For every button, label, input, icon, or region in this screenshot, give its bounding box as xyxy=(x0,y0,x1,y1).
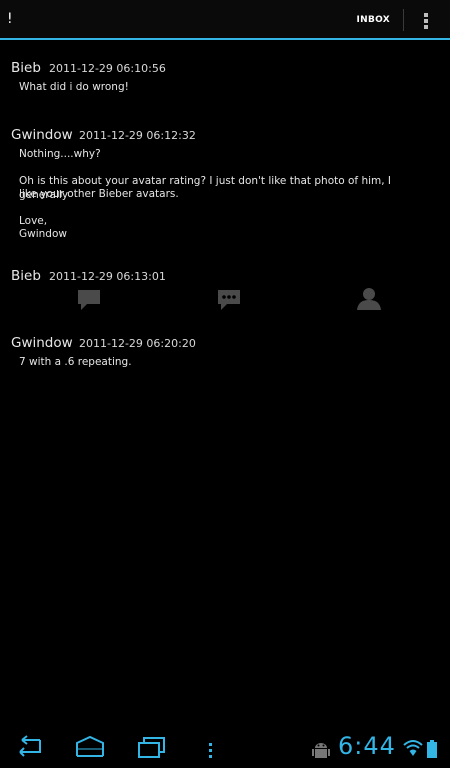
action-bar-divider xyxy=(403,9,404,31)
recent-apps-icon[interactable] xyxy=(136,734,168,762)
message-header: Gwindow 2011-12-29 06:12:32 xyxy=(0,127,450,147)
overflow-menu-icon[interactable] xyxy=(416,10,436,32)
message-header: Bieb 2011-12-29 06:10:56 xyxy=(0,60,450,80)
battery-icon xyxy=(426,734,438,762)
inbox-button[interactable]: INBOX xyxy=(348,0,398,40)
message-item[interactable]: Gwindow 2011-12-29 06:20:20 7 with a .6 … xyxy=(0,335,450,375)
app-title: ! xyxy=(7,11,13,27)
message-body-line: like your other Bieber avatars. xyxy=(19,188,179,200)
contact-icon[interactable] xyxy=(355,286,383,312)
message-author: Bieb xyxy=(11,60,41,76)
message-body: 7 with a .6 repeating. xyxy=(19,356,132,368)
message-item[interactable]: Gwindow 2011-12-29 06:12:32 Nothing....w… xyxy=(0,127,450,247)
wifi-icon xyxy=(403,734,423,762)
back-icon[interactable] xyxy=(14,734,46,762)
system-navigation-bar: 6:44 xyxy=(0,728,450,768)
action-bar: ! INBOX xyxy=(0,0,450,40)
message-timestamp: 2011-12-29 06:12:32 xyxy=(79,129,196,142)
home-icon[interactable] xyxy=(74,734,106,762)
message-header: Bieb 2011-12-29 06:13:01 xyxy=(0,268,450,288)
message-body-line: Love, xyxy=(19,215,48,227)
message-author: Gwindow xyxy=(11,335,73,351)
message-item[interactable]: Bieb 2011-12-29 06:13:01 xyxy=(0,268,450,316)
message-author: Gwindow xyxy=(11,127,73,143)
message-header: Gwindow 2011-12-29 06:20:20 xyxy=(0,335,450,355)
message-body: What did i do wrong! xyxy=(19,81,129,93)
message-timestamp: 2011-12-29 06:10:56 xyxy=(49,62,166,75)
reply-all-icon[interactable] xyxy=(215,287,243,313)
menu-icon[interactable] xyxy=(204,734,216,762)
status-clock: 6:44 xyxy=(338,732,396,760)
message-author: Bieb xyxy=(11,268,41,284)
reply-icon[interactable] xyxy=(75,287,103,313)
message-item[interactable]: Bieb 2011-12-29 06:10:56 What did i do w… xyxy=(0,60,450,100)
message-body-line: Gwindow xyxy=(19,228,67,240)
message-body-line: Nothing....why? xyxy=(19,148,101,160)
android-debug-icon xyxy=(312,734,330,762)
message-timestamp: 2011-12-29 06:13:01 xyxy=(49,270,166,283)
message-timestamp: 2011-12-29 06:20:20 xyxy=(79,337,196,350)
